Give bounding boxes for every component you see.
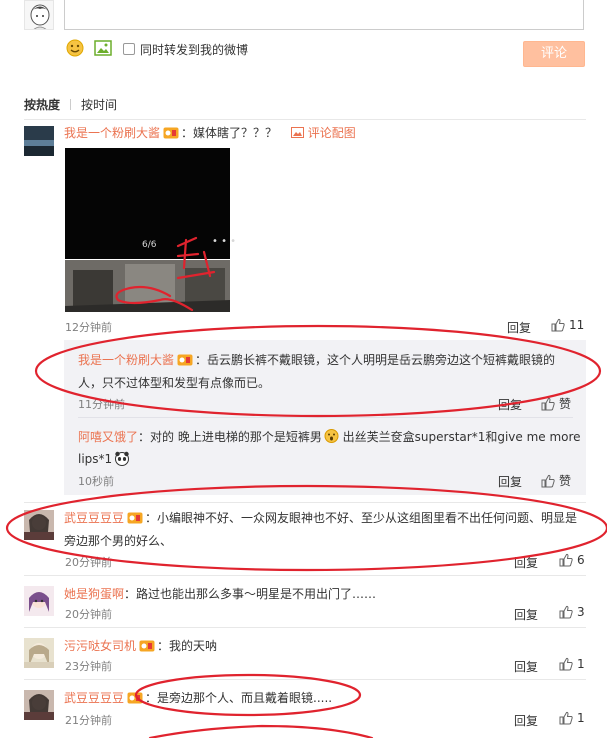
like-label: 赞 <box>559 397 572 411</box>
avatar[interactable] <box>24 638 54 668</box>
comment-line: 她是狗蛋啊：路过也能出那么多事～明星是不用出门了…… <box>64 585 376 602</box>
divider <box>24 575 586 576</box>
reply-button[interactable]: 回复 <box>514 712 538 729</box>
like-button[interactable]: 赞 <box>541 395 571 412</box>
thumbs-up-icon <box>551 318 565 332</box>
reply-button[interactable]: 回复 <box>514 658 538 675</box>
like-count: 11 <box>569 318 585 332</box>
vip-badge-icon <box>177 354 193 366</box>
like-label: 赞 <box>559 474 572 488</box>
comment-line: 污污哒女司机 ：我的天呐 <box>64 637 217 654</box>
sort-by-time-tab[interactable]: 按时间 <box>81 98 117 112</box>
comment-text: ：路过也能出那么多事～明星是不用出门了…… <box>124 587 377 601</box>
vip-badge-icon <box>139 640 155 652</box>
sort-bar: 按热度 按时间 <box>24 96 117 113</box>
emoji-icon[interactable] <box>66 39 84 57</box>
reply-text: ：对的 晚上进电梯的那个是短裤男 <box>138 430 322 444</box>
username-link[interactable]: 她是狗蛋啊 <box>64 587 124 601</box>
thumbs-up-icon <box>541 397 555 411</box>
reply-text-b: 出丝芙兰奁盒superstar*1和give me more <box>338 430 581 444</box>
like-button[interactable]: 3 <box>559 605 585 619</box>
timestamp: 23分钟前 <box>65 660 112 673</box>
timestamp: 12分钟前 <box>65 321 112 334</box>
comment-line: 武豆豆豆豆 ：是旁边那个人、而且戴着眼镜..... <box>64 689 332 706</box>
vip-badge-icon <box>163 127 179 139</box>
image-icon[interactable] <box>94 40 112 56</box>
reply-line: 阿嘻又饿了：对的 晚上进电梯的那个是短裤男 出丝芙兰奁盒superstar*1和… <box>78 428 581 445</box>
timestamp: 10秒前 <box>78 475 114 488</box>
repost-checkbox[interactable] <box>123 43 135 55</box>
username-link[interactable]: 武豆豆豆豆 <box>64 511 124 525</box>
comment-text: ：媒体瞎了？？？ <box>181 126 278 140</box>
like-button[interactable]: 1 <box>559 657 585 671</box>
divider <box>24 502 586 503</box>
reply-button[interactable]: 回复 <box>498 473 522 490</box>
reply-button[interactable]: 回复 <box>507 319 531 336</box>
comment-line: 我是一个粉刷大酱 ：媒体瞎了？？？ 评论配图 <box>64 124 356 141</box>
panda-emoji-icon <box>115 451 130 466</box>
comment-image-photo[interactable] <box>65 260 230 312</box>
like-button[interactable]: 11 <box>551 318 584 332</box>
picture-icon <box>290 127 304 138</box>
avatar[interactable] <box>24 510 54 540</box>
timestamp: 21分钟前 <box>65 714 112 727</box>
repost-label: 同时转发到我的微博 <box>140 43 249 57</box>
thumbs-up-icon <box>541 474 555 488</box>
thumbs-up-icon <box>559 657 573 671</box>
more-icon[interactable]: • • • <box>212 236 236 247</box>
like-count: 6 <box>577 553 585 567</box>
username-link[interactable]: 阿嘻又饿了 <box>78 430 138 444</box>
my-avatar[interactable] <box>24 0 54 30</box>
reply-button[interactable]: 回复 <box>514 606 538 623</box>
like-button[interactable]: 1 <box>559 711 585 725</box>
reply-line: 我是一个粉刷大酱 ：岳云鹏长裤不戴眼镜，这个人明明是岳云鹏旁边这个短裤戴眼镜的 <box>78 351 555 368</box>
comment-text: ：是旁边那个人、而且戴着眼镜..... <box>145 691 333 705</box>
divider <box>24 119 586 120</box>
submit-comment-button[interactable]: 评论 <box>523 41 585 67</box>
username-link[interactable]: 我是一个粉刷大酱 <box>78 353 174 367</box>
reply-button[interactable]: 回复 <box>498 396 522 413</box>
sort-separator <box>70 99 72 110</box>
like-count: 1 <box>577 711 585 725</box>
username-link[interactable]: 武豆豆豆豆 <box>64 691 124 705</box>
timestamp: 20分钟前 <box>65 608 112 621</box>
comment-text: ：我的天呐 <box>157 639 218 653</box>
reply-button[interactable]: 回复 <box>514 554 538 571</box>
like-button[interactable]: 赞 <box>541 472 571 489</box>
reply-text-tail: lips*1 <box>78 452 113 466</box>
avatar[interactable] <box>24 126 54 156</box>
avatar[interactable] <box>24 690 54 720</box>
vip-badge-icon <box>127 512 143 524</box>
surprised-emoji-icon <box>324 429 339 443</box>
username-link[interactable]: 污污哒女司机 <box>64 639 136 653</box>
divider <box>78 417 573 418</box>
username-link[interactable]: 我是一个粉刷大酱 <box>64 126 160 140</box>
comment-text: ：小编眼神不好、一众网友眼神也不好、至少从这组图里看不出任何问题、明显是 <box>145 511 578 525</box>
reply-text-continued: 人，只不过体型和发型有点像而已。 <box>78 376 271 390</box>
like-count: 3 <box>577 605 585 619</box>
comment-picture-link[interactable]: 评论配图 <box>308 126 356 140</box>
thumbs-up-icon <box>559 711 573 725</box>
sort-by-hot-tab[interactable]: 按热度 <box>24 98 60 112</box>
divider <box>24 679 586 680</box>
avatar[interactable] <box>24 586 54 616</box>
vip-badge-icon <box>127 692 143 704</box>
comment-text-continued: 旁边那个男的好么、 <box>64 534 173 548</box>
thumbs-up-icon <box>559 605 573 619</box>
reply-text-continued: lips*1 <box>78 451 130 466</box>
thumbs-up-icon <box>559 553 573 567</box>
comment-input[interactable] <box>64 0 584 30</box>
timestamp: 20分钟前 <box>65 556 112 569</box>
like-count: 1 <box>577 657 585 671</box>
timestamp: 11分钟前 <box>78 398 125 411</box>
image-page-indicator: 6/6 <box>142 240 157 250</box>
divider <box>24 627 586 628</box>
reply-text: ：岳云鹏长裤不戴眼镜，这个人明明是岳云鹏旁边这个短裤戴眼镜的 <box>195 353 556 367</box>
like-button[interactable]: 6 <box>559 553 585 567</box>
comment-line: 武豆豆豆豆 ：小编眼神不好、一众网友眼神也不好、至少从这组图里看不出任何问题、明显… <box>64 509 577 526</box>
